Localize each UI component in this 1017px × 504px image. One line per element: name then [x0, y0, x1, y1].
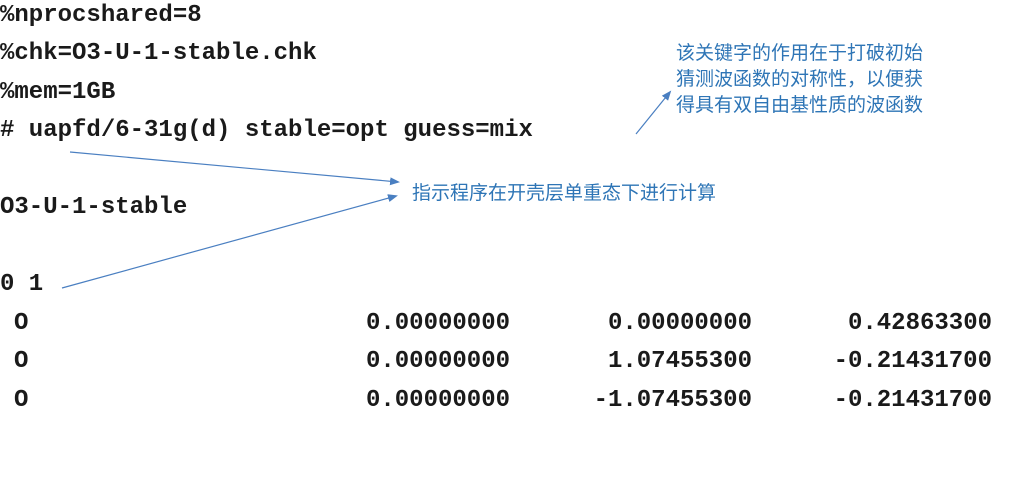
atom-3-symbol: O [14, 387, 29, 414]
atom-3-y: -1.07455300 [593, 387, 752, 414]
atom-2-symbol: O [14, 348, 29, 375]
guess-mix-arrow [635, 90, 672, 135]
atom-1-x: 0.00000000 [365, 310, 510, 337]
atom-2-x: 0.00000000 [365, 348, 510, 375]
route-to-open-shell-arrow [69, 151, 400, 186]
guess-mix-annotation-line-3: 得具有双自由基性质的波函数 [676, 94, 924, 116]
atom-2-z: -0.21431700 [833, 348, 992, 375]
charge-multiplicity-line: 0 1 [0, 271, 44, 298]
guess-mix-annotation: 该关键字的作用在于打破初始 猜测波函数的对称性，以便获 得具有双自由基性质的波函… [676, 40, 923, 118]
nprocshared-line: %nprocshared=8 [0, 2, 202, 29]
atom-1-symbol: O [14, 310, 29, 337]
mem-line: %mem=1GB [0, 79, 116, 106]
route-line: # uapfd/6-31g(d) stable=opt guess=mix [0, 117, 533, 144]
atom-1-z: 0.42863300 [847, 310, 992, 337]
atom-3-x: 0.00000000 [365, 387, 510, 414]
guess-mix-annotation-line-1: 该关键字的作用在于打破初始 [676, 42, 924, 64]
atom-3-z: -0.21431700 [833, 387, 992, 414]
title-line: O3-U-1-stable [0, 194, 188, 221]
chk-line: %chk=O3-U-1-stable.chk [0, 40, 317, 67]
atom-2-y: 1.07455300 [607, 348, 752, 375]
open-shell-annotation: 指示程序在开壳层单重态下进行计算 [412, 182, 717, 204]
guess-mix-annotation-line-2: 猜测波函数的对称性，以便获 [676, 68, 924, 90]
atom-1-y: 0.00000000 [607, 310, 752, 337]
